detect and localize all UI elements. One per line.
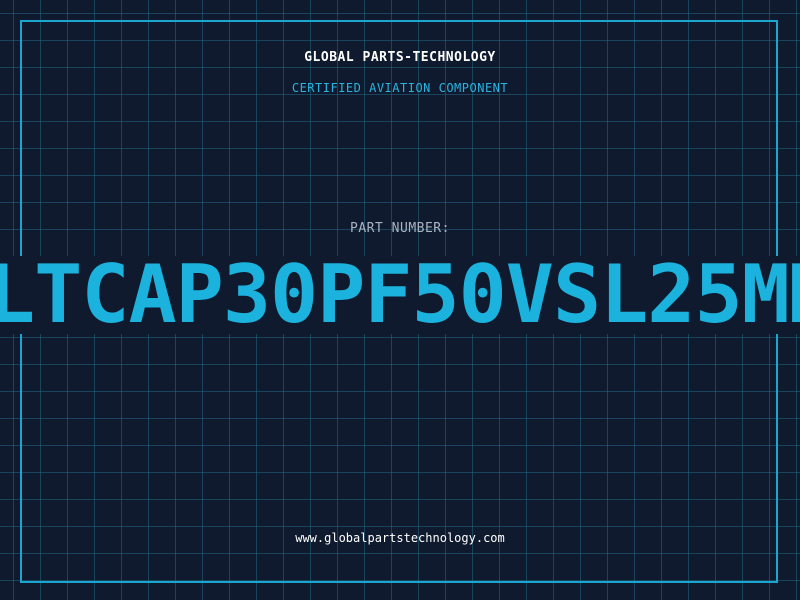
part-number-label: PART NUMBER: [350, 221, 450, 236]
company-name: GLOBAL PARTS-TECHNOLOGY [304, 50, 496, 65]
website-url: www.globalpartstechnology.com [295, 531, 505, 545]
certification-subtitle: CERTIFIED AVIATION COMPONENT [291, 81, 509, 95]
part-number-value: LTCAP30PF50VSL25MM [0, 256, 800, 334]
part-number-band: LTCAP30PF50VSL25MM [0, 256, 800, 334]
